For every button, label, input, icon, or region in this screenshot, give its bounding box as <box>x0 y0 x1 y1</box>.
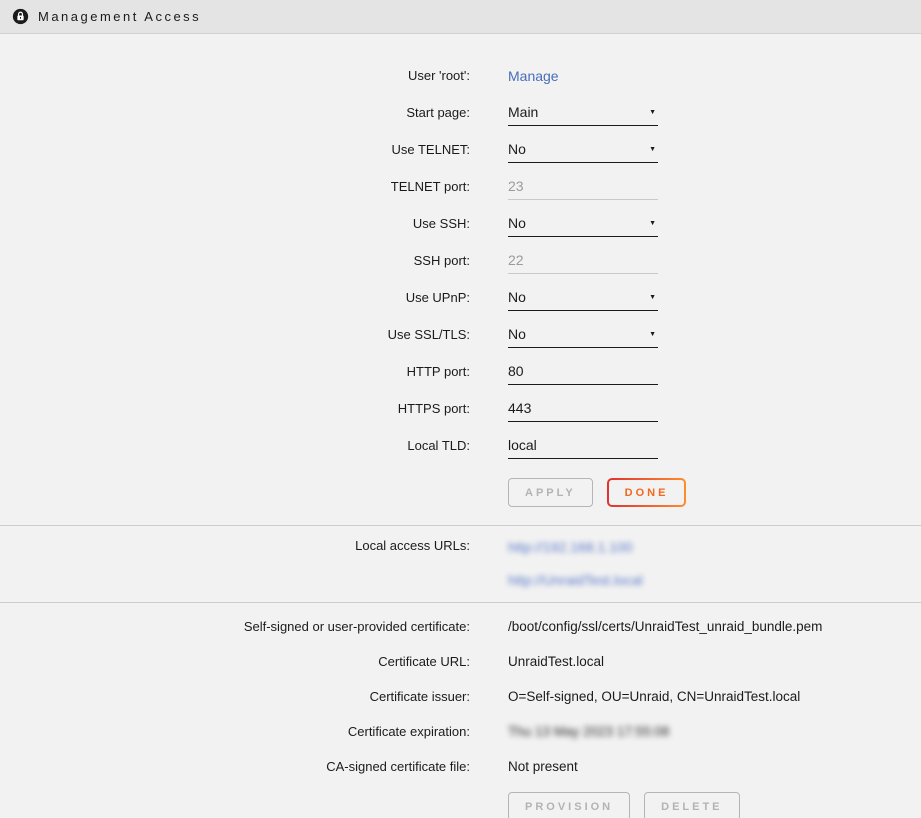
manage-root-link[interactable]: Manage <box>508 68 559 84</box>
certificate-url-label: Certificate URL: <box>0 654 470 669</box>
local-tld-label: Local TLD: <box>0 438 470 453</box>
apply-button[interactable]: APPLY <box>508 478 593 507</box>
lock-icon <box>12 8 29 25</box>
chevron-down-icon: ▼ <box>649 109 658 116</box>
select-value: No <box>508 141 526 157</box>
page-header: Management Access <box>0 0 921 34</box>
certificate-section: Self-signed or user-provided certificate… <box>0 602 921 818</box>
local-access-url-hostname[interactable]: http://UnraidTest.local <box>508 572 643 588</box>
ssh-port-input <box>508 248 658 274</box>
use-upnp-label: Use UPnP: <box>0 290 470 305</box>
select-value: No <box>508 326 526 342</box>
use-ssl-tls-select[interactable]: No ▼ <box>508 322 658 348</box>
http-port-label: HTTP port: <box>0 364 470 379</box>
chevron-down-icon: ▼ <box>649 331 658 338</box>
local-access-section: Local access URLs: http://192.168.1.100 … <box>0 525 921 602</box>
ssh-port-label: SSH port: <box>0 253 470 268</box>
select-value: Main <box>508 104 538 120</box>
https-port-input[interactable] <box>508 396 658 422</box>
self-signed-certificate-value: /boot/config/ssl/certs/UnraidTest_unraid… <box>508 619 921 634</box>
certificate-issuer-label: Certificate issuer: <box>0 689 470 704</box>
done-button[interactable]: DONE <box>607 478 687 507</box>
certificate-expiration-value: Thu 13 May 2023 17:55:08 <box>508 724 921 739</box>
select-value: No <box>508 289 526 305</box>
chevron-down-icon: ▼ <box>649 146 658 153</box>
ca-signed-certificate-value: Not present <box>508 759 921 774</box>
certificate-url-value: UnraidTest.local <box>508 654 921 669</box>
local-access-urls-label: Local access URLs: <box>0 530 470 553</box>
use-ssh-label: Use SSH: <box>0 216 470 231</box>
chevron-down-icon: ▼ <box>649 294 658 301</box>
select-value: No <box>508 215 526 231</box>
management-access-form: User 'root': Manage Start page: Main ▼ U… <box>0 34 921 525</box>
https-port-label: HTTPS port: <box>0 401 470 416</box>
use-telnet-select[interactable]: No ▼ <box>508 137 658 163</box>
user-root-label: User 'root': <box>0 68 470 83</box>
telnet-port-input <box>508 174 658 200</box>
provision-button[interactable]: PROVISION <box>508 792 630 818</box>
local-access-url-ip[interactable]: http://192.168.1.100 <box>508 539 633 555</box>
certificate-issuer-value: O=Self-signed, OU=Unraid, CN=UnraidTest.… <box>508 689 921 704</box>
self-signed-certificate-label: Self-signed or user-provided certificate… <box>0 619 470 634</box>
start-page-select[interactable]: Main ▼ <box>508 100 658 126</box>
telnet-port-label: TELNET port: <box>0 179 470 194</box>
http-port-input[interactable] <box>508 359 658 385</box>
ca-signed-certificate-label: CA-signed certificate file: <box>0 759 470 774</box>
use-ssl-tls-label: Use SSL/TLS: <box>0 327 470 342</box>
chevron-down-icon: ▼ <box>649 220 658 227</box>
use-ssh-select[interactable]: No ▼ <box>508 211 658 237</box>
use-telnet-label: Use TELNET: <box>0 142 470 157</box>
page-title: Management Access <box>38 9 201 24</box>
delete-button[interactable]: DELETE <box>644 792 739 818</box>
local-tld-input[interactable] <box>508 433 658 459</box>
certificate-expiration-label: Certificate expiration: <box>0 724 470 739</box>
start-page-label: Start page: <box>0 105 470 120</box>
use-upnp-select[interactable]: No ▼ <box>508 285 658 311</box>
